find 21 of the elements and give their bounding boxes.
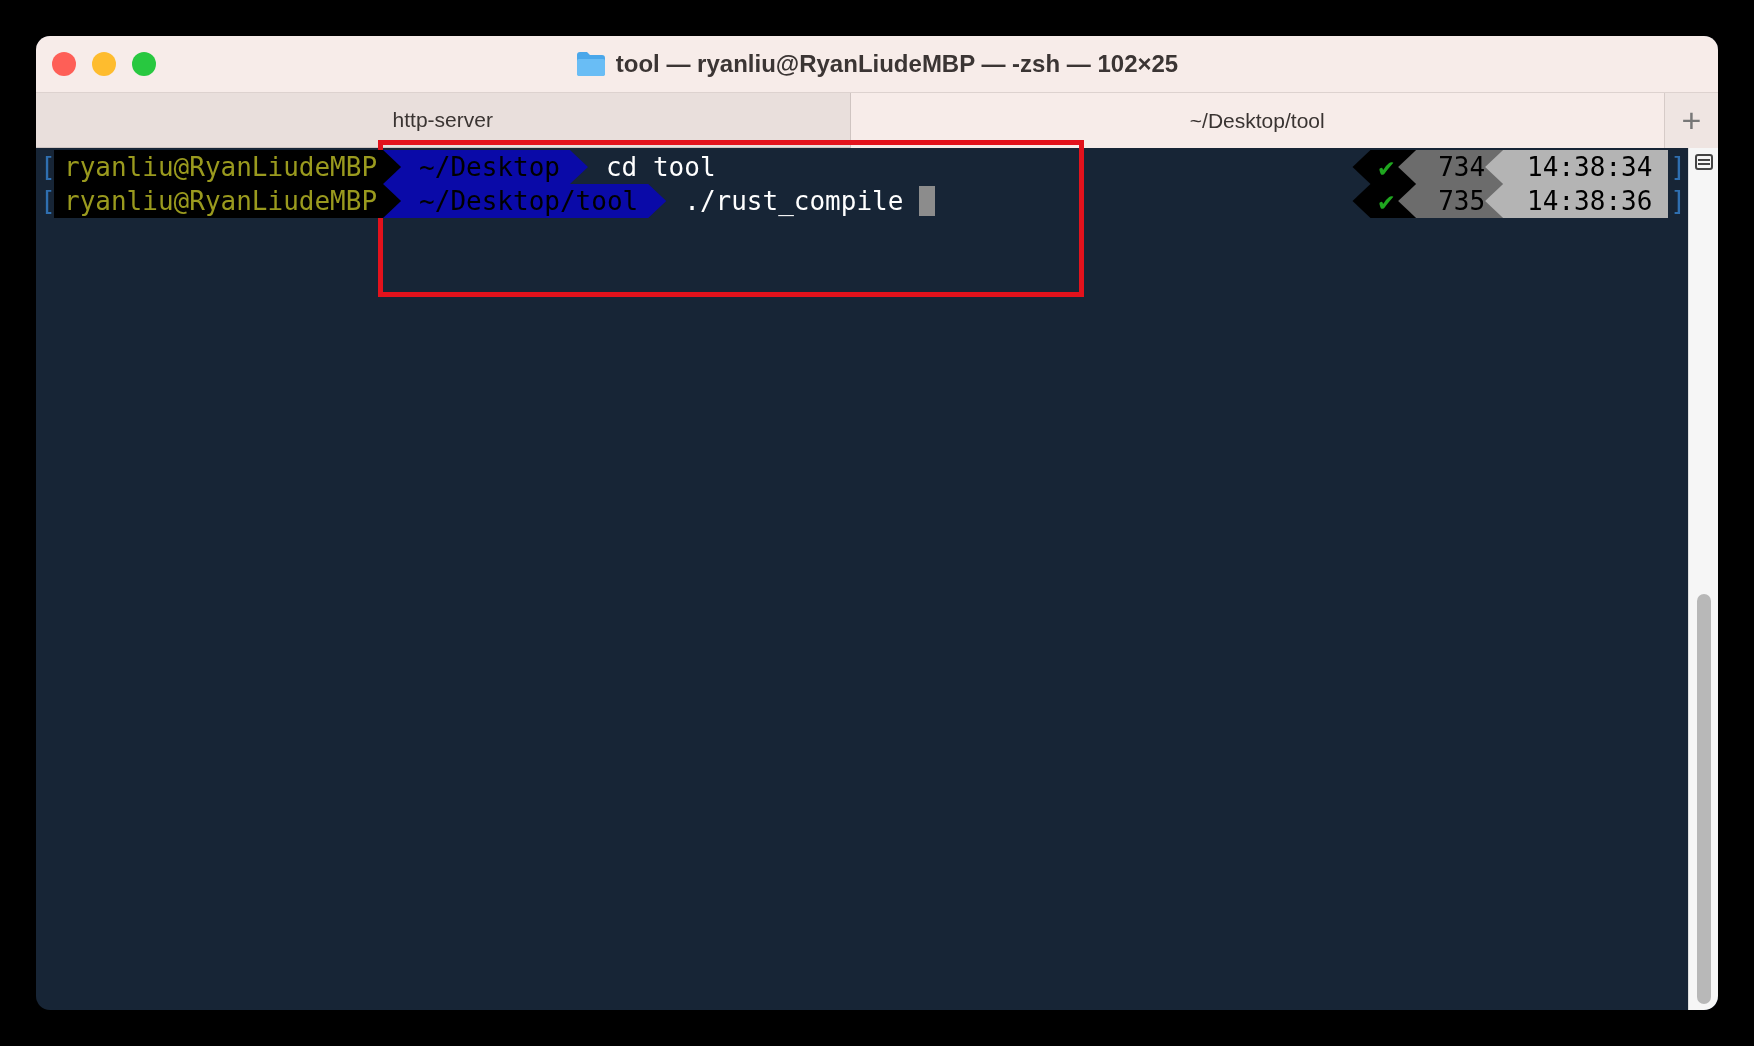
terminal-area[interactable]: [ ryanliu@RyanLiudeMBP ~/Desktop cd tool ✔ 734 14:38:34 ] [ ryanliu@RyanLiudeMBP ~/Desktop/tool ./rust_compile ✔ 735 14:38:36 ] xyxy=(36,148,1688,1010)
scrollbar-thumb[interactable] xyxy=(1696,594,1711,1004)
time-segment: 14:38:34 xyxy=(1485,150,1669,184)
prompt-bracket: [ xyxy=(39,151,54,184)
prompt-bracket: [ xyxy=(39,185,54,218)
time-segment: 14:38:36 xyxy=(1485,184,1669,218)
prompt-bracket: ] xyxy=(1669,185,1687,218)
split-pane-icon[interactable] xyxy=(1694,154,1713,170)
command-text: cd tool xyxy=(604,151,716,184)
minimize-button[interactable] xyxy=(92,52,116,76)
close-button[interactable] xyxy=(52,52,76,76)
prompt-bracket: ] xyxy=(1669,151,1687,184)
folder-icon xyxy=(575,51,606,77)
new-tab-button[interactable]: + xyxy=(1664,93,1718,148)
window-title: tool — ryanliu@RyanLiudeMBP — -zsh — 102×25 xyxy=(615,50,1179,78)
tab[interactable]: http-server xyxy=(36,93,851,148)
scrollbar[interactable] xyxy=(1688,148,1718,1010)
command-text: ./rust_compile xyxy=(683,185,904,218)
prompt-user-segment: ryanliu@RyanLiudeMBP xyxy=(54,184,402,218)
prompt-user-segment: ryanliu@RyanLiudeMBP xyxy=(54,150,402,184)
zoom-button[interactable] xyxy=(132,52,156,76)
